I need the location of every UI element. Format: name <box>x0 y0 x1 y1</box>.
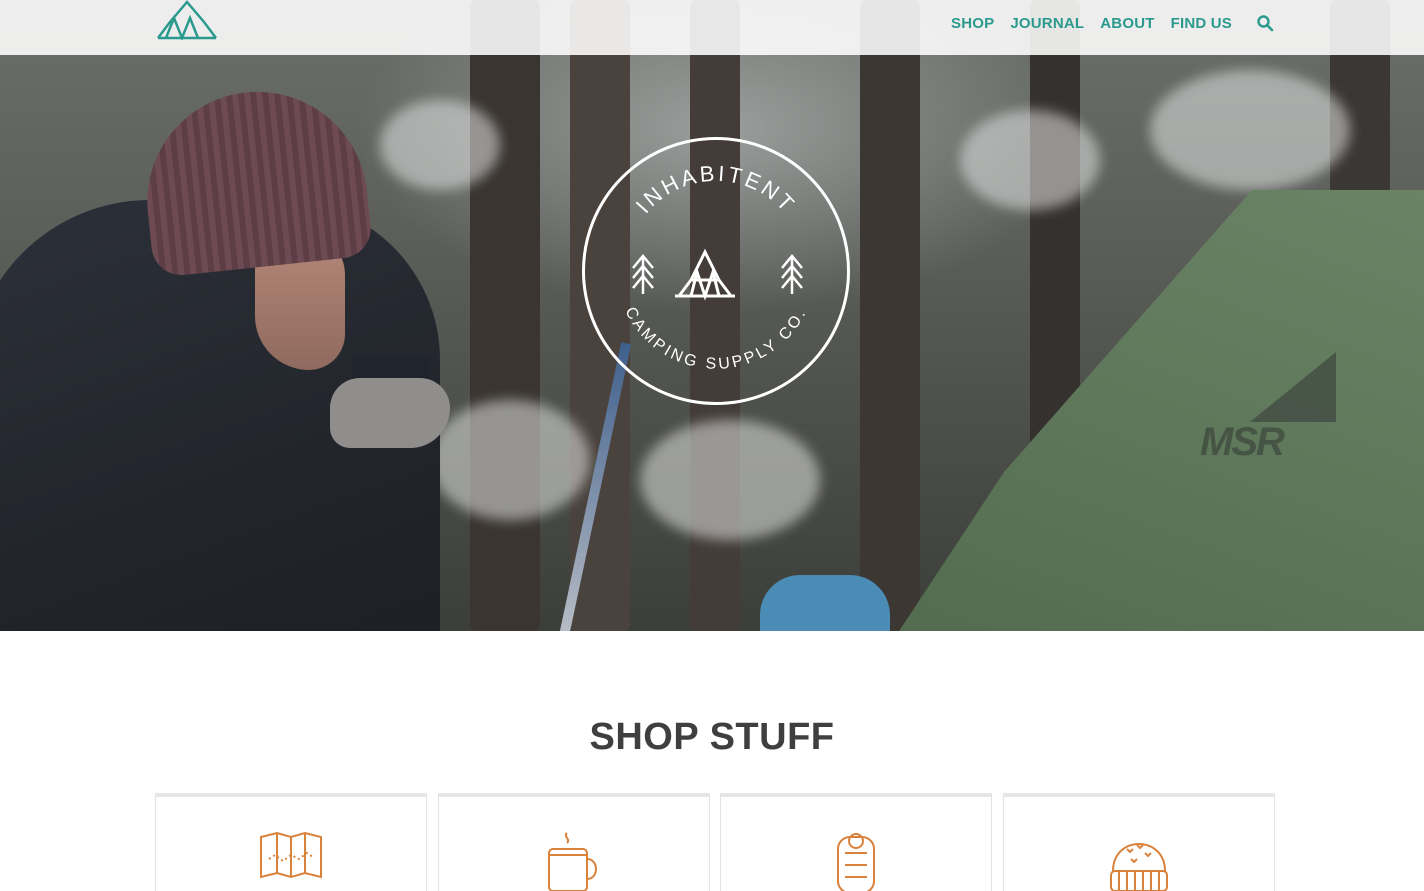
snow-patch <box>960 110 1100 210</box>
shop-category-cards <box>155 793 1275 891</box>
blue-bag <box>760 575 890 631</box>
card-maps[interactable] <box>155 793 427 891</box>
badge-bottom-text: CAMPING SUPPLY CO. <box>621 304 810 373</box>
tree-trunk <box>860 0 920 631</box>
pine-tree-icon <box>781 254 803 294</box>
nav-about[interactable]: ABOUT <box>1100 15 1154 32</box>
nav-find-us[interactable]: FIND US <box>1171 15 1232 32</box>
snow-patch <box>380 100 500 190</box>
snow-patch <box>1150 70 1350 190</box>
pine-tree-icon <box>632 254 654 294</box>
tree-trunk <box>470 0 540 631</box>
top-navbar: SHOP JOURNAL ABOUT FIND US <box>0 0 1424 55</box>
card-sleeping-bags[interactable] <box>720 793 992 891</box>
tent <box>880 190 1424 631</box>
logo-icon[interactable] <box>156 0 218 40</box>
map-icon <box>260 831 322 879</box>
tent-icon <box>675 248 735 301</box>
search-icon[interactable] <box>1256 14 1274 32</box>
tent-brand-mark: MSR <box>1200 420 1285 464</box>
sleeping-bag-icon <box>837 833 875 891</box>
beanie-hat <box>136 80 374 279</box>
nav-shop[interactable]: SHOP <box>951 15 994 32</box>
hero-banner: MSR INHABITENT CAMPING SUPPLY CO. <box>0 0 1424 631</box>
badge-graphic: INHABITENT CAMPING SUPPLY CO. <box>621 161 810 373</box>
main-nav: SHOP JOURNAL ABOUT FIND US <box>951 14 1274 32</box>
beanie-icon <box>1110 843 1168 891</box>
nav-journal[interactable]: JOURNAL <box>1010 15 1084 32</box>
snow-patch <box>640 420 820 540</box>
card-mugs[interactable] <box>438 793 710 891</box>
card-beanies[interactable] <box>1003 793 1275 891</box>
mug-icon <box>548 832 597 891</box>
snow-patch <box>430 400 590 520</box>
section-title: SHOP STUFF <box>589 716 835 758</box>
glove <box>330 378 450 448</box>
brand-badge: INHABITENT CAMPING SUPPLY CO. <box>582 137 850 405</box>
badge-top-text: INHABITENT <box>631 161 801 218</box>
